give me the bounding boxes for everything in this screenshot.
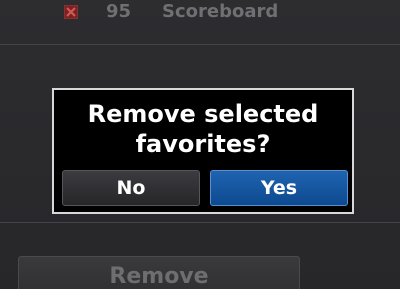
dialog-message-line2: favorites?	[135, 130, 271, 158]
checkbox-checked-icon[interactable]	[64, 5, 78, 19]
divider	[0, 222, 400, 223]
no-button[interactable]: No	[62, 170, 200, 206]
favorites-screen: 95 Scoreboard Remove selected favorites?…	[0, 0, 400, 289]
dialog-message-line1: Remove selected	[87, 100, 319, 128]
list-item-name: Scoreboard	[162, 1, 279, 22]
confirm-dialog: Remove selected favorites? No Yes	[52, 88, 354, 214]
divider	[0, 44, 400, 45]
list-item-number: 95	[106, 1, 132, 22]
dialog-message: Remove selected favorites?	[54, 99, 352, 159]
list-item[interactable]: 95 Scoreboard	[0, 0, 400, 32]
remove-button[interactable]: Remove	[18, 256, 300, 289]
yes-button[interactable]: Yes	[210, 170, 348, 206]
